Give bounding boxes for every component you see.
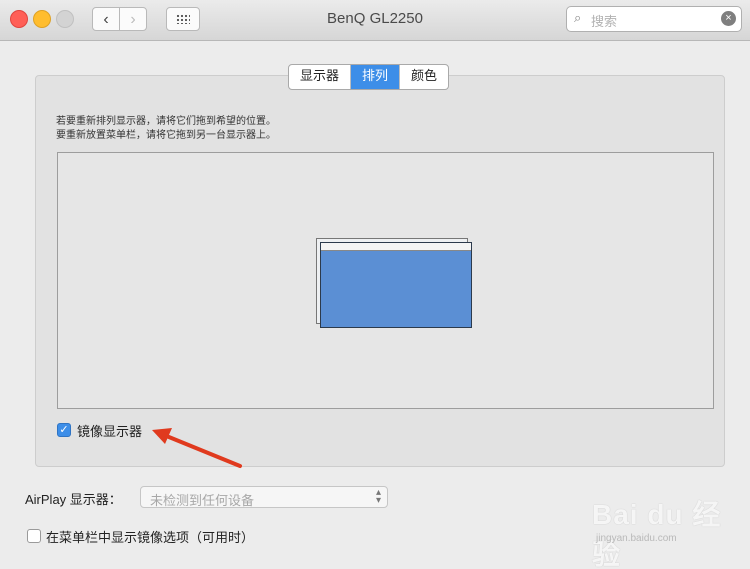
show-mirroring-menu-checkbox[interactable] [27, 529, 41, 543]
baidu-watermark: Bai du 经验 [592, 499, 722, 569]
tab-bar: 显示器 排列 颜色 [288, 64, 450, 90]
display-thumbnail-main[interactable] [320, 242, 472, 328]
instruction-line: 若要重新排列显示器，请将它们拖到希望的位置。 [56, 116, 276, 127]
tab-color[interactable]: 颜色 [400, 65, 448, 89]
airplay-select[interactable]: 未检测到任何设备 ▴ ▾ [140, 486, 388, 508]
menu-bar-indicator[interactable] [321, 243, 471, 251]
red-arrow-annotation [152, 428, 242, 468]
tab-arrangement[interactable]: 排列 [351, 65, 401, 89]
search-icon: ⌕ [574, 10, 582, 25]
search-field[interactable]: ⌕ 搜索 × [566, 6, 742, 32]
search-placeholder: 搜索 [591, 14, 618, 29]
arrangement-instructions: 若要重新排列显示器，请将它们拖到希望的位置。 要重新放置菜单栏，请将它拖到另一台… [56, 115, 276, 143]
airplay-select-value: 未检测到任何设备 [150, 493, 255, 508]
title-bar: ‹ › BenQ GL2250 ⌕ 搜索 × [0, 0, 750, 41]
watermark-url: jingyan.baidu.com [596, 533, 677, 544]
mirror-displays-checkbox[interactable]: ✓ [57, 423, 71, 437]
airplay-label: AirPlay 显示器： [25, 492, 122, 507]
clear-search-icon[interactable]: × [721, 11, 736, 26]
preferences-window: ‹ › BenQ GL2250 ⌕ 搜索 × 显示器 排列 颜色 若要重新排列显… [0, 0, 750, 569]
show-mirroring-menu-label: 在菜单栏中显示镜像选项（可用时） [46, 530, 255, 545]
instruction-line: 要重新放置菜单栏，请将它拖到另一台显示器上。 [56, 130, 276, 141]
updown-chevron-icon: ▴ ▾ [375, 487, 381, 506]
mirror-displays-label: 镜像显示器 [77, 424, 143, 439]
tab-display[interactable]: 显示器 [289, 65, 352, 89]
